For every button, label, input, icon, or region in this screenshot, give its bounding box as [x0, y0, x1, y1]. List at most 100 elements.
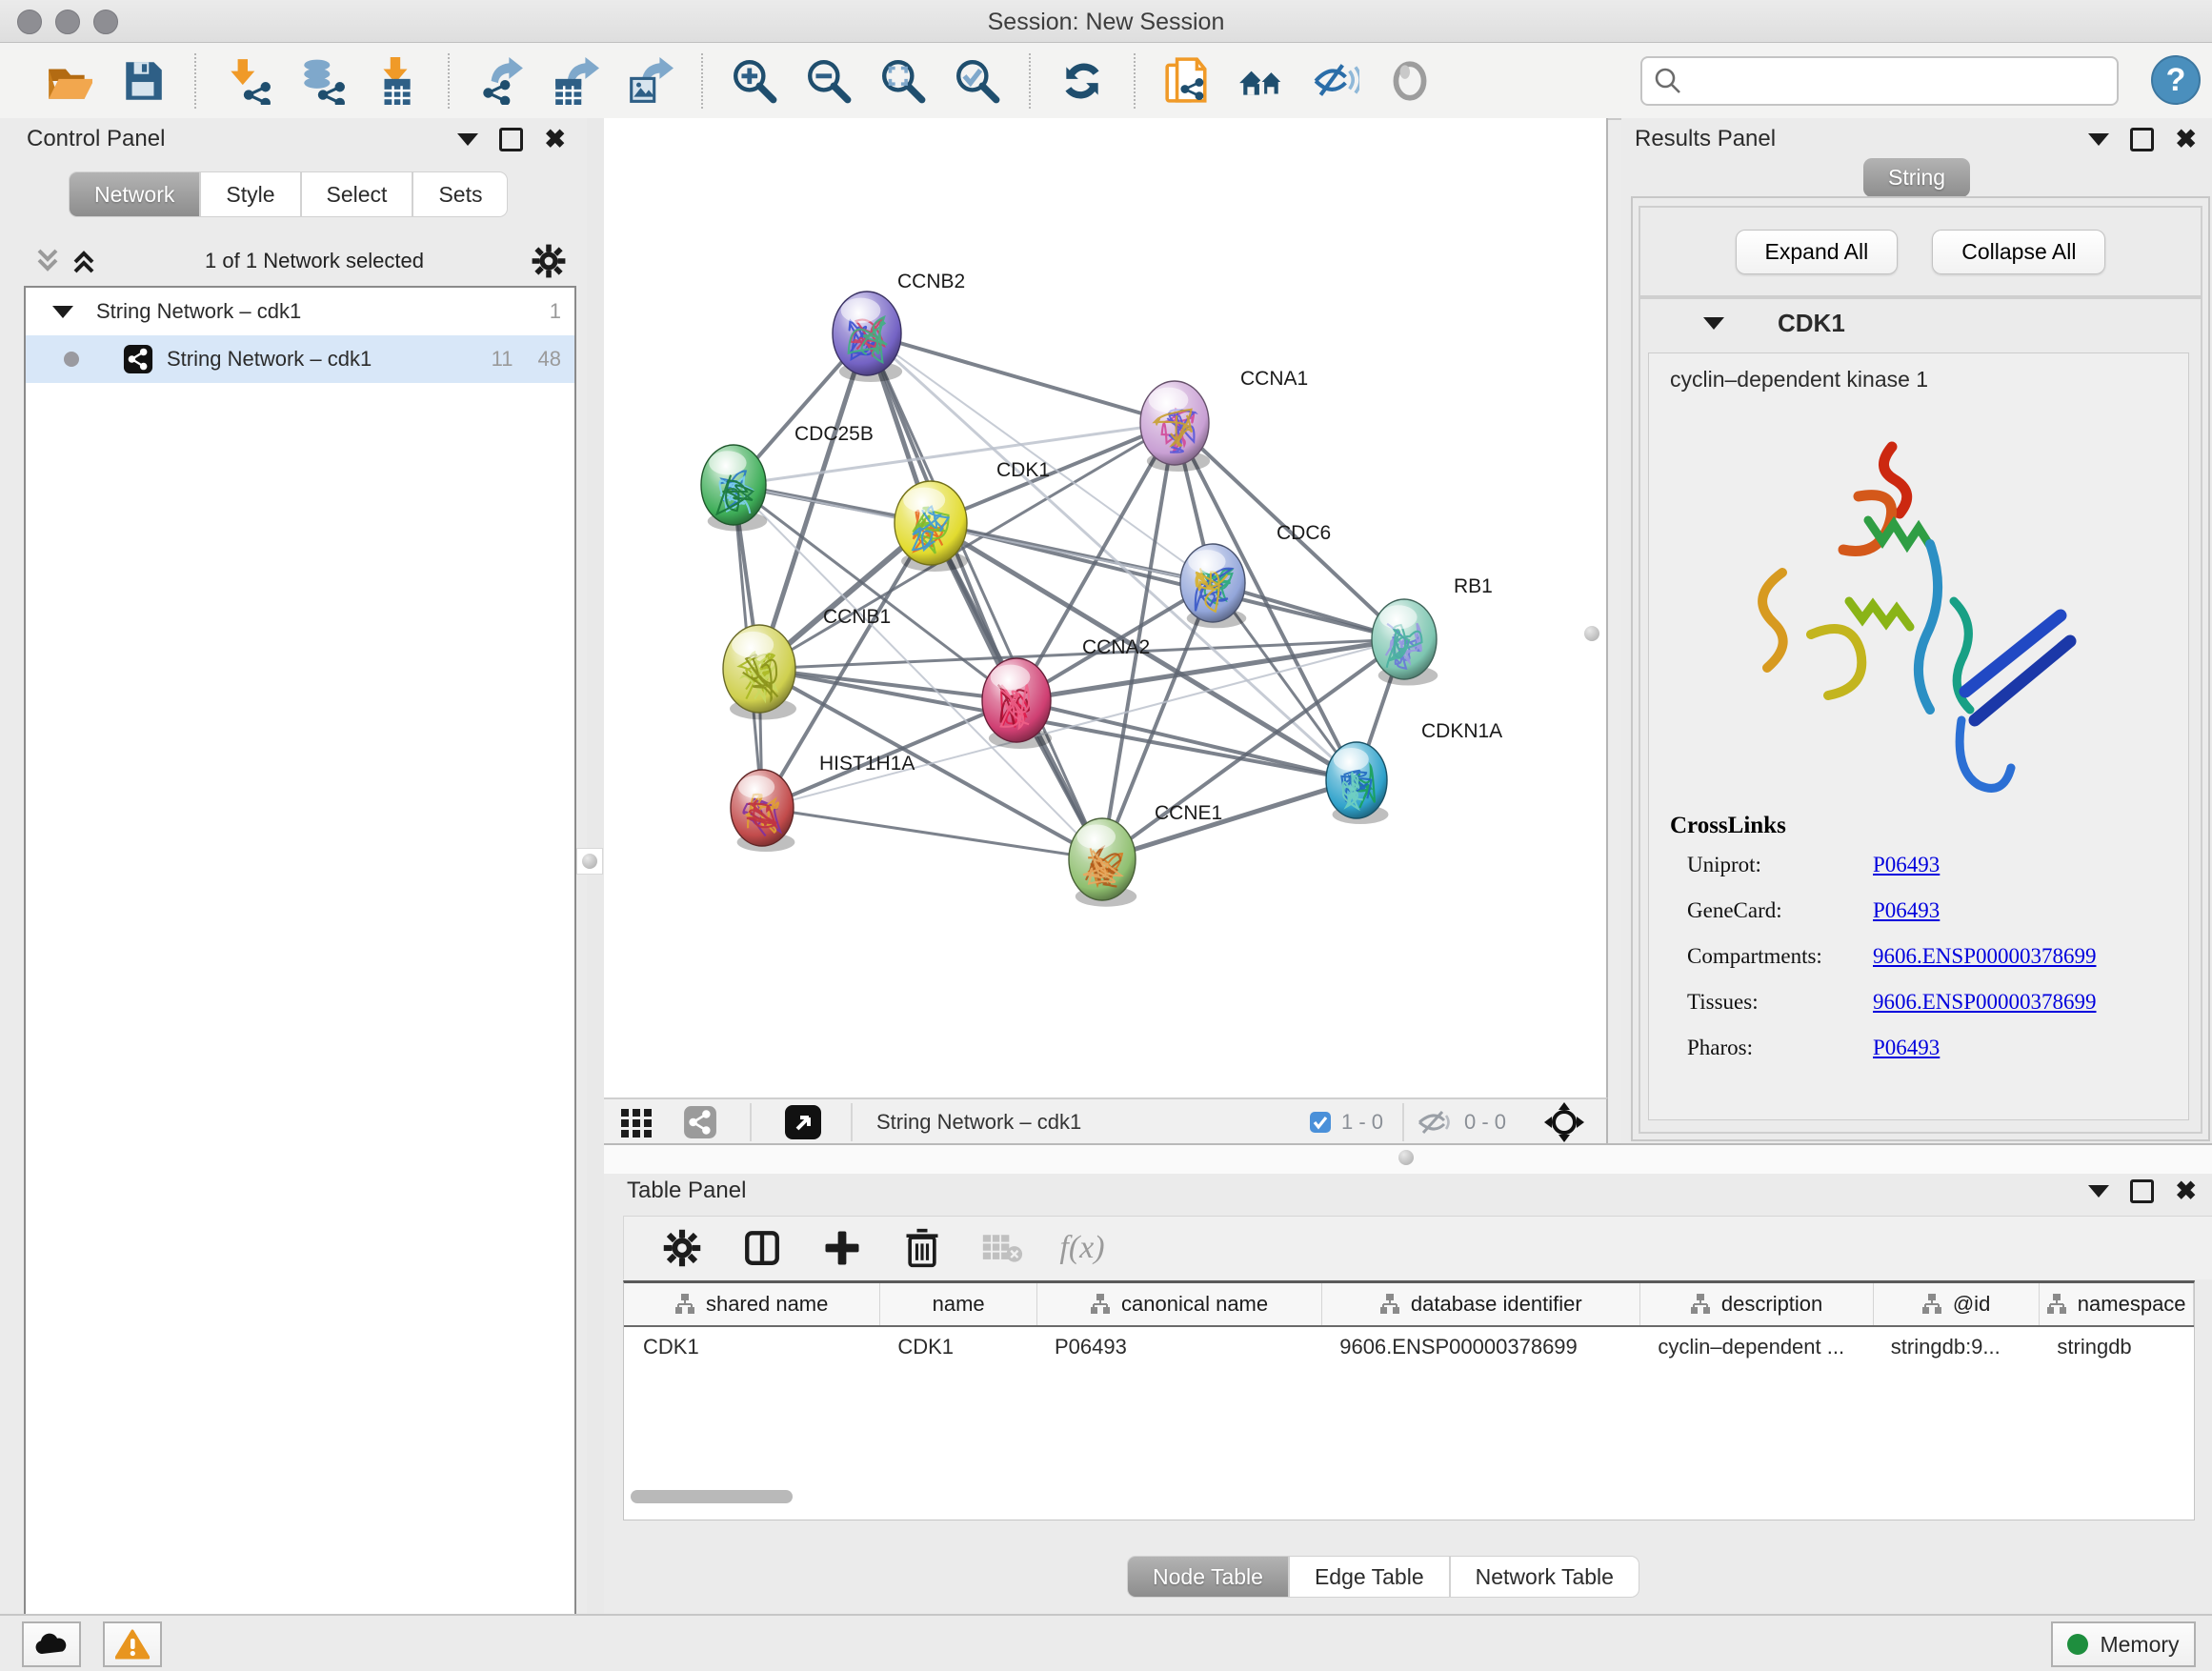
splitter-handle-bottom[interactable]: [1398, 1150, 1414, 1165]
network-canvas[interactable]: CCNB2CCNA1CDC25BCDK1CDC6RB1CCNB1CCNA2CDK…: [604, 118, 1608, 1097]
collapse-panel-icon[interactable]: [2088, 133, 2109, 146]
column-header-name[interactable]: name: [880, 1283, 1037, 1325]
crosslink-link[interactable]: P06493: [1873, 853, 1940, 877]
open-file-button[interactable]: [44, 56, 93, 106]
import-network-file-button[interactable]: [223, 56, 272, 106]
network-collection-row[interactable]: String Network – cdk1 1: [26, 288, 574, 335]
node-CDK1[interactable]: [895, 481, 968, 572]
node-CDC6[interactable]: [1180, 544, 1246, 628]
crosslink-link[interactable]: 9606.ENSP00000378699: [1873, 990, 2097, 1015]
hide-unselected-icon: [1312, 57, 1359, 105]
tab-sets[interactable]: Sets: [412, 171, 508, 217]
warnings-button[interactable]: [103, 1621, 162, 1667]
grid-view-icon[interactable]: [619, 1099, 654, 1145]
node-CCNB2[interactable]: [833, 292, 902, 382]
section-expand-icon[interactable]: [1703, 317, 1724, 330]
close-panel-icon[interactable]: ✖: [2175, 1181, 2197, 1200]
network-options-gear-icon[interactable]: [531, 243, 567, 279]
node-HIST1H1A[interactable]: [731, 770, 794, 852]
node-CCNB1[interactable]: [723, 625, 796, 720]
fit-selected-crosshair-icon[interactable]: [1543, 1099, 1585, 1145]
edge-CCNE1-HIST1H1A[interactable]: [762, 808, 1102, 859]
collapse-panel-icon[interactable]: [2088, 1185, 2109, 1198]
float-panel-icon[interactable]: [2130, 128, 2154, 151]
tab-style[interactable]: Style: [200, 171, 300, 217]
node-CCNA1[interactable]: [1140, 381, 1210, 472]
column-header-id[interactable]: @id: [1874, 1283, 2041, 1325]
zoom-in-button[interactable]: [730, 56, 779, 106]
table-horizontal-scrollbar[interactable]: [631, 1490, 793, 1503]
column-header-databaseidentifier[interactable]: database identifier: [1322, 1283, 1640, 1325]
share-view-icon[interactable]: [683, 1099, 717, 1145]
tree-expand-icon[interactable]: [52, 306, 73, 318]
function-builder-icon[interactable]: f(x): [1060, 1226, 1104, 1270]
edge-CCNE1-CDKN1A[interactable]: [1102, 780, 1357, 859]
hidden-eye-icon[interactable]: [1416, 1099, 1452, 1145]
table-options-gear-icon[interactable]: [660, 1226, 704, 1270]
close-panel-icon[interactable]: ✖: [544, 130, 566, 149]
save-session-button[interactable]: [118, 56, 168, 106]
apply-layout-button[interactable]: [1057, 56, 1107, 106]
tab-network[interactable]: Network: [69, 171, 200, 217]
node-table[interactable]: shared namename canonical name database …: [623, 1280, 2195, 1520]
export-image-button[interactable]: [625, 56, 674, 106]
birds-eye-view-icon[interactable]: [784, 1099, 822, 1145]
create-column-plus-icon[interactable]: [820, 1226, 864, 1270]
import-network-database-button[interactable]: [297, 56, 347, 106]
search-input[interactable]: [1682, 61, 2117, 101]
splitter-handle-left[interactable]: [576, 848, 603, 875]
column-header-namespace[interactable]: namespace: [2040, 1283, 2194, 1325]
node-RB1[interactable]: [1372, 599, 1438, 686]
tab-edge-table[interactable]: Edge Table: [1289, 1556, 1450, 1598]
node-CCNA2[interactable]: [982, 658, 1052, 749]
column-header-canonicalname[interactable]: canonical name: [1037, 1283, 1322, 1325]
expand-all-icon[interactable]: [70, 245, 98, 277]
network-row-selected[interactable]: String Network – cdk1 11 48: [26, 335, 574, 383]
crosslink-link[interactable]: P06493: [1873, 1036, 1940, 1060]
node-CDC25B[interactable]: [701, 445, 767, 532]
selected-checkbox-icon[interactable]: [1309, 1099, 1332, 1145]
collapse-panel-icon[interactable]: [457, 133, 478, 146]
crosslink-link[interactable]: 9606.ENSP00000378699: [1873, 944, 2097, 969]
show-columns-icon[interactable]: [740, 1226, 784, 1270]
zoom-out-button[interactable]: [804, 56, 854, 106]
delete-table-icon[interactable]: [980, 1226, 1024, 1270]
new-network-from-selection-button[interactable]: [1162, 56, 1212, 106]
float-panel-icon[interactable]: [2130, 1179, 2154, 1203]
import-table-button[interactable]: [372, 56, 421, 106]
horizontal-splitter[interactable]: [604, 1143, 2212, 1178]
edge-CCNB1-CCNA2[interactable]: [759, 669, 1016, 700]
node-CDKN1A[interactable]: [1326, 742, 1388, 824]
collapse-all-icon[interactable]: [33, 245, 62, 277]
column-header-description[interactable]: description: [1640, 1283, 1873, 1325]
export-image-icon: [626, 57, 674, 105]
export-table-button[interactable]: [551, 56, 600, 106]
zoom-selected-button[interactable]: [953, 56, 1002, 106]
float-panel-icon[interactable]: [499, 128, 523, 151]
crosslink-link[interactable]: P06493: [1873, 898, 1940, 923]
splitter-handle-right[interactable]: [1579, 621, 1604, 646]
tab-select[interactable]: Select: [301, 171, 413, 217]
edge-CCNB2-CCNA1[interactable]: [867, 333, 1175, 423]
tab-node-table[interactable]: Node Table: [1127, 1556, 1289, 1598]
collapse-all-button[interactable]: Collapse All: [1932, 230, 2105, 274]
tab-network-table[interactable]: Network Table: [1450, 1556, 1639, 1598]
column-header-sharedname[interactable]: shared name: [624, 1283, 880, 1325]
home-button[interactable]: [1237, 56, 1286, 106]
memory-button[interactable]: Memory: [2051, 1621, 2196, 1667]
edge-CDK1-CCNA1[interactable]: [931, 423, 1175, 523]
tab-string[interactable]: String: [1863, 158, 1970, 197]
close-panel-icon[interactable]: ✖: [2175, 130, 2197, 149]
zoom-fit-button[interactable]: [878, 56, 928, 106]
delete-column-trash-icon[interactable]: [900, 1226, 944, 1270]
export-network-button[interactable]: [476, 56, 526, 106]
help-button[interactable]: ?: [2151, 55, 2201, 105]
table-row[interactable]: CDK1CDK1P064939606.ENSP00000378699cyclin…: [624, 1327, 2194, 1367]
cloud-status-button[interactable]: [22, 1621, 81, 1667]
protein-section-header[interactable]: CDK1: [1640, 299, 2201, 347]
edge-CCNB2-CCNE1[interactable]: [867, 333, 1102, 859]
show-all-button[interactable]: [1385, 56, 1435, 106]
hide-unselected-button[interactable]: [1311, 56, 1360, 106]
expand-all-button[interactable]: Expand All: [1736, 230, 1899, 274]
node-CCNE1[interactable]: [1069, 818, 1136, 907]
